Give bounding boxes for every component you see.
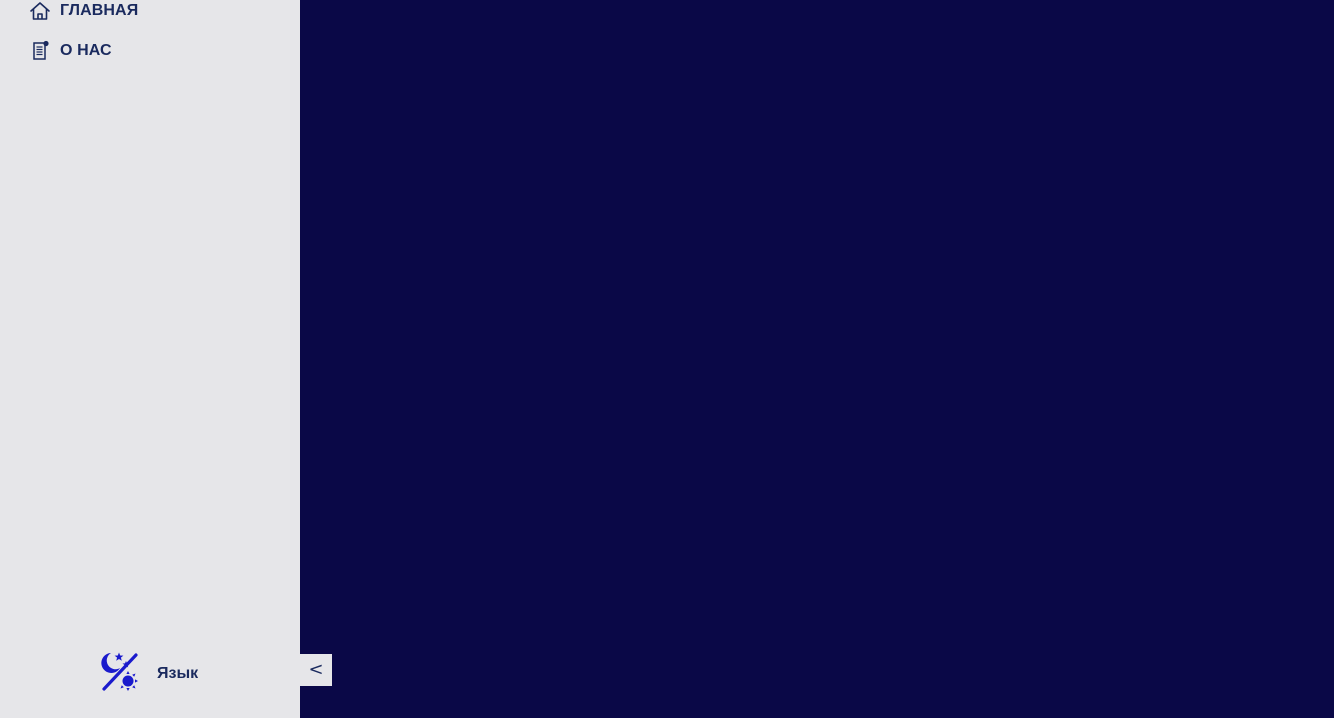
home-icon <box>29 0 51 22</box>
app-window: ГЛАВНАЯ О НАС Язык < <box>0 0 1334 718</box>
language-label: Язык <box>157 665 199 682</box>
main-content <box>300 0 1334 718</box>
document-icon <box>29 40 51 62</box>
sidebar-item-label: ГЛАВНАЯ <box>60 2 139 19</box>
language-switch[interactable]: Язык <box>100 650 198 694</box>
sidebar-item-about[interactable]: О НАС <box>29 39 112 63</box>
sidebar-item-label: О НАС <box>60 42 112 59</box>
theme-toggle-icon[interactable] <box>100 651 142 693</box>
sidebar-collapse-button[interactable]: < <box>300 654 332 686</box>
sidebar: ГЛАВНАЯ О НАС Язык <box>0 0 300 718</box>
sidebar-item-home[interactable]: ГЛАВНАЯ <box>29 0 138 23</box>
